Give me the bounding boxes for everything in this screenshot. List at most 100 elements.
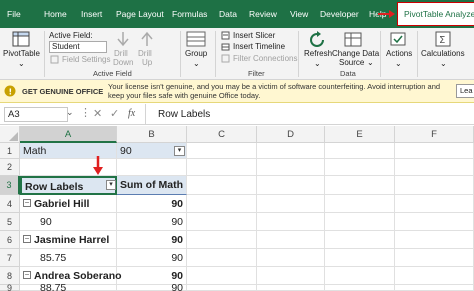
cell-f5[interactable]	[395, 213, 474, 231]
collapse-toggle-icon[interactable]: −	[23, 235, 31, 243]
cell-f7[interactable]	[395, 249, 474, 267]
cell-c6[interactable]	[187, 231, 257, 249]
row-header-2[interactable]: 2	[0, 159, 20, 176]
calculations-chevron-icon[interactable]: ⌄	[440, 59, 447, 68]
cell-b6[interactable]: 90	[117, 231, 187, 249]
tab-file[interactable]: File	[7, 0, 21, 28]
cell-e7[interactable]	[325, 249, 395, 267]
cell-b5[interactable]: 90	[117, 213, 187, 231]
tab-formulas[interactable]: Formulas	[172, 0, 207, 28]
refresh-button[interactable]: Refresh	[304, 49, 332, 58]
refresh-chevron-icon[interactable]: ⌄	[314, 59, 321, 68]
tab-review[interactable]: Review	[249, 0, 277, 28]
row-header-9[interactable]: 9	[0, 284, 20, 291]
cell-c7[interactable]	[187, 249, 257, 267]
cell-f9[interactable]	[395, 285, 474, 291]
pivottable-button[interactable]: PivotTable	[3, 49, 40, 58]
active-field-input[interactable]: Student	[49, 41, 107, 53]
column-header-c[interactable]: C	[187, 126, 257, 143]
actions-chevron-icon[interactable]: ⌄	[395, 59, 402, 68]
cell-a7[interactable]: 85.75	[20, 249, 117, 267]
formula-content[interactable]: Row Labels	[158, 109, 210, 120]
drill-down-label-1[interactable]: Drill	[114, 49, 128, 58]
cell-d7[interactable]	[257, 249, 325, 267]
change-data-source-chevron-icon[interactable]: ⌄	[367, 58, 374, 67]
insert-slicer-button[interactable]: Insert Slicer	[233, 31, 275, 40]
row-header-1[interactable]: 1	[0, 143, 20, 159]
group-chevron-icon[interactable]: ⌄	[193, 59, 200, 68]
insert-function-icon[interactable]: fx	[128, 108, 135, 119]
math-filter-icon[interactable]: ▾	[174, 146, 185, 156]
cell-d6[interactable]	[257, 231, 325, 249]
cell-c3[interactable]	[187, 176, 257, 195]
cancel-entry-icon[interactable]: ✕	[93, 107, 102, 120]
confirm-entry-icon[interactable]: ✓	[110, 107, 119, 120]
insert-timeline-button[interactable]: Insert Timeline	[233, 42, 285, 51]
cell-e3[interactable]	[325, 176, 395, 195]
cell-a8[interactable]: Andrea Soberano	[20, 267, 122, 285]
pivottable-chevron-icon[interactable]: ⌄	[18, 59, 25, 68]
row-header-7[interactable]: 7	[0, 249, 20, 267]
cell-d4[interactable]	[257, 195, 325, 213]
cell-e1[interactable]	[325, 143, 395, 159]
column-header-b[interactable]: B	[117, 126, 187, 143]
cell-d3[interactable]	[257, 176, 325, 195]
cell-d2[interactable]	[257, 159, 325, 176]
tab-insert[interactable]: Insert	[81, 0, 102, 28]
cell-b9[interactable]: 90	[117, 283, 187, 291]
row-labels-filter-dropdown-icon[interactable]: ▾	[106, 180, 116, 190]
cell-e4[interactable]	[325, 195, 395, 213]
tab-developer[interactable]: Developer	[320, 0, 359, 28]
row-header-5[interactable]: 5	[0, 213, 20, 231]
collapse-toggle-icon[interactable]: −	[23, 199, 31, 207]
name-box[interactable]: A3	[4, 107, 68, 122]
actions-button[interactable]: Actions	[386, 49, 412, 58]
cell-e8[interactable]	[325, 267, 395, 285]
cell-d5[interactable]	[257, 213, 325, 231]
name-box-chevron-icon[interactable]: ⌄	[66, 107, 74, 118]
column-header-f[interactable]: F	[395, 126, 474, 143]
cell-a4[interactable]: Gabriel Hill	[20, 195, 117, 213]
group-button[interactable]: Group	[185, 49, 207, 58]
row-header-6[interactable]: 6	[0, 231, 20, 249]
change-data-source-label-1[interactable]: Change Data	[332, 49, 379, 58]
cell-b4[interactable]: 90	[117, 195, 187, 213]
tab-page-layout[interactable]: Page Layout	[116, 0, 164, 28]
cell-a5[interactable]: 90	[20, 213, 117, 231]
column-header-e[interactable]: E	[325, 126, 395, 143]
tab-home[interactable]: Home	[44, 0, 67, 28]
cell-f4[interactable]	[395, 195, 474, 213]
cell-c9[interactable]	[187, 285, 257, 291]
filter-connections-button[interactable]: Filter Connections	[233, 54, 297, 63]
cell-f1[interactable]	[395, 143, 474, 159]
cell-e2[interactable]	[325, 159, 395, 176]
cell-c8[interactable]	[187, 267, 257, 285]
cell-b7[interactable]: 90	[117, 249, 187, 267]
row-header-4[interactable]: 4	[0, 195, 20, 213]
tab-view[interactable]: View	[290, 0, 308, 28]
cell-e6[interactable]	[325, 231, 395, 249]
tab-data[interactable]: Data	[219, 0, 237, 28]
cell-c5[interactable]	[187, 213, 257, 231]
row-header-3[interactable]: 3	[0, 176, 20, 195]
cell-c2[interactable]	[187, 159, 257, 176]
cell-b2[interactable]	[117, 159, 187, 176]
cell-c4[interactable]	[187, 195, 257, 213]
cell-f2[interactable]	[395, 159, 474, 176]
cell-f6[interactable]	[395, 231, 474, 249]
cell-a9[interactable]: 88.75	[20, 283, 117, 291]
learn-more-button[interactable]: Lea	[456, 84, 474, 98]
cell-d9[interactable]	[257, 285, 325, 291]
cell-c1[interactable]	[187, 143, 257, 159]
change-data-source-label-2[interactable]: Source	[339, 58, 364, 67]
column-header-d[interactable]: D	[257, 126, 325, 143]
drill-down-label-2[interactable]: Down	[113, 58, 133, 67]
cell-e9[interactable]	[325, 285, 395, 291]
field-settings-button[interactable]: Field Settings	[62, 55, 110, 64]
tab-pivottable-analyze[interactable]: PivotTable Analyze	[397, 2, 474, 26]
cell-b3[interactable]: Sum of Math	[117, 176, 187, 195]
cell-d1[interactable]	[257, 143, 325, 159]
cell-d8[interactable]	[257, 267, 325, 285]
cell-f8[interactable]	[395, 267, 474, 285]
drill-up-label-1[interactable]: Drill	[138, 49, 152, 58]
